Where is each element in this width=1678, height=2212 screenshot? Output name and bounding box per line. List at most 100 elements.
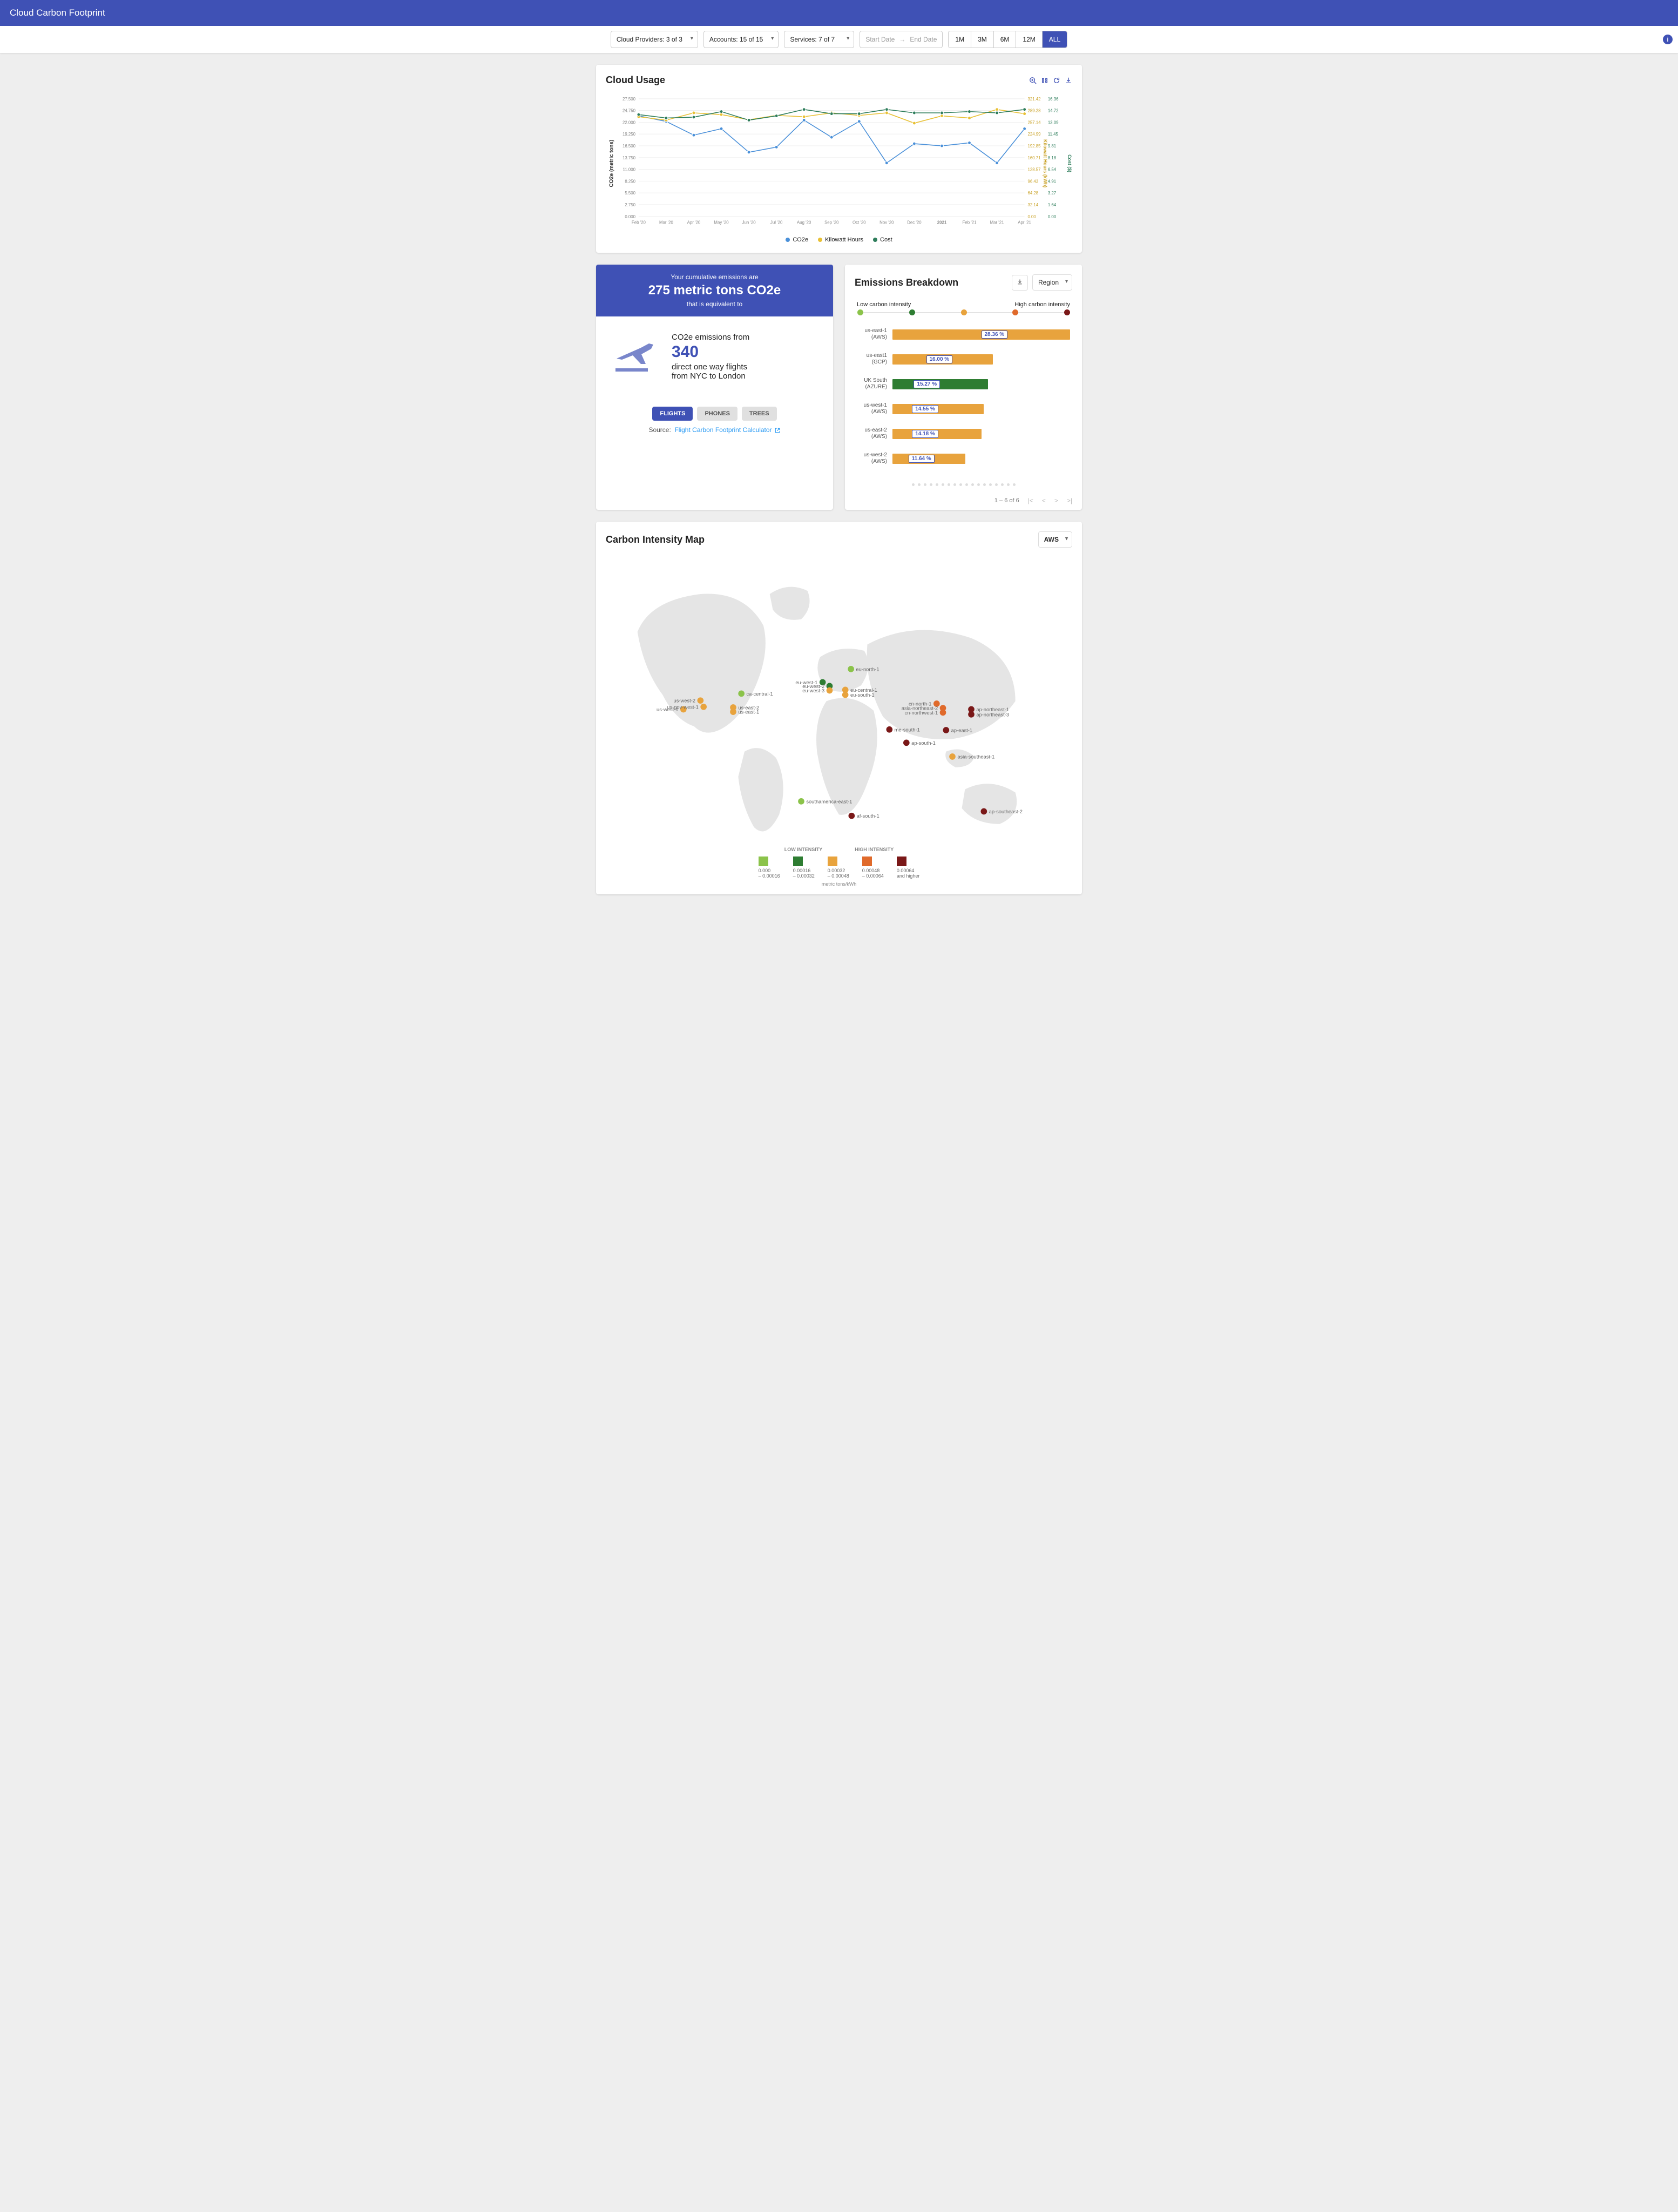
source-link[interactable]: Flight Carbon Footprint Calculator: [674, 426, 780, 434]
map-pin[interactable]: [940, 710, 946, 716]
map-pin[interactable]: [842, 692, 849, 698]
map-pin[interactable]: [943, 727, 949, 733]
time-range-3m[interactable]: 3M: [971, 31, 994, 48]
cumulative-card: Your cumulative emissions are 275 metric…: [596, 265, 833, 510]
download-icon: [1017, 279, 1023, 285]
scale-dot: [909, 309, 915, 315]
breakdown-group-select[interactable]: Region: [1032, 274, 1072, 291]
svg-text:224.99: 224.99: [1028, 132, 1041, 137]
pager-prev[interactable]: <: [1042, 497, 1046, 504]
svg-text:May '20: May '20: [714, 220, 729, 225]
date-range-picker[interactable]: Start Date → End Date: [860, 31, 943, 48]
map-pin-label: me-south-1: [895, 727, 920, 733]
pager-next[interactable]: >: [1054, 497, 1058, 504]
info-icon[interactable]: i: [1663, 35, 1673, 44]
emissions-breakdown-card: Emissions Breakdown Region Low carbon in…: [845, 265, 1082, 510]
map-provider-select[interactable]: AWS: [1038, 531, 1072, 548]
bar-label: us-east1(GCP): [857, 353, 887, 366]
map-legend-item: 0.00032– 0.00048: [828, 857, 849, 879]
equiv-line4: from NYC to London: [672, 372, 749, 381]
map-pin[interactable]: [980, 808, 987, 815]
svg-text:Oct '20: Oct '20: [852, 220, 866, 225]
map-pin-label: southamerica-east-1: [806, 799, 852, 805]
svg-text:Feb '20: Feb '20: [632, 220, 646, 225]
svg-text:2.750: 2.750: [625, 203, 635, 207]
legend-swatch: [862, 857, 872, 866]
svg-text:64.28: 64.28: [1028, 191, 1039, 195]
map-pin-label: ca-central-1: [747, 691, 773, 697]
svg-text:160.71: 160.71: [1028, 156, 1041, 160]
svg-text:13.09: 13.09: [1048, 120, 1059, 125]
time-range-all[interactable]: ALL: [1043, 31, 1067, 48]
svg-text:22.000: 22.000: [623, 120, 636, 125]
map-pin[interactable]: [848, 813, 855, 819]
map-pin[interactable]: [949, 753, 956, 760]
svg-text:Feb '21: Feb '21: [963, 220, 977, 225]
map-pin[interactable]: [700, 704, 707, 710]
pan-icon[interactable]: [1041, 77, 1048, 84]
map-legend-unit: metric tons/kWh: [596, 880, 1082, 894]
svg-text:Jul '20: Jul '20: [770, 220, 783, 225]
cumulative-post: that is equivalent to: [605, 300, 824, 308]
map-pin[interactable]: [798, 798, 804, 805]
pager-last[interactable]: >|: [1067, 497, 1072, 504]
slider-dots: [845, 481, 1082, 491]
map-pin[interactable]: [698, 698, 704, 704]
reset-icon[interactable]: [1053, 77, 1060, 84]
map-pin[interactable]: [738, 691, 745, 697]
map-legend: 0.000– 0.000160.00016– 0.000320.00032– 0…: [596, 854, 1082, 880]
svg-text:192.85: 192.85: [1028, 144, 1041, 149]
pager-text: 1 – 6 of 6: [994, 497, 1019, 504]
zoom-icon[interactable]: [1029, 77, 1037, 84]
legend-item[interactable]: CO2e: [786, 237, 808, 243]
map-pin-label: af-south-1: [857, 813, 879, 819]
bar-label: us-west-1(AWS): [857, 402, 887, 415]
equiv-value: 340: [672, 343, 749, 361]
svg-text:96.43: 96.43: [1028, 179, 1039, 184]
svg-text:321.42: 321.42: [1028, 97, 1041, 102]
bar-value: 11.64 %: [909, 455, 935, 463]
cloud-usage-card: Cloud Usage 0.0002.7505.5008.25011.00013…: [596, 65, 1082, 253]
time-range-12m[interactable]: 12M: [1016, 31, 1042, 48]
svg-text:2021: 2021: [937, 220, 947, 225]
svg-text:24.750: 24.750: [623, 109, 636, 113]
map-pin-label: ap-southeast-2: [989, 809, 1023, 814]
bar-label: us-west-2(AWS): [857, 452, 887, 465]
pager-first[interactable]: |<: [1028, 497, 1033, 504]
legend-item[interactable]: Cost: [873, 237, 892, 243]
low-intensity-label: Low carbon intensity: [857, 301, 911, 308]
map-pin[interactable]: [886, 726, 892, 733]
bar-track: 28.36 %: [892, 329, 1070, 340]
accounts-select[interactable]: Accounts: 15 of 15: [703, 31, 779, 48]
equiv-pre: CO2e emissions from: [672, 333, 749, 342]
providers-select[interactable]: Cloud Providers: 3 of 3: [611, 31, 698, 48]
services-select[interactable]: Services: 7 of 7: [784, 31, 854, 48]
legend-range: 0.00064and higher: [897, 868, 920, 879]
legend-range: 0.00016– 0.00032: [793, 868, 815, 879]
svg-text:Mar '20: Mar '20: [659, 220, 674, 225]
svg-text:8.250: 8.250: [625, 179, 635, 184]
breakdown-download-button[interactable]: [1012, 275, 1028, 291]
time-range-6m[interactable]: 6M: [994, 31, 1017, 48]
scale-dot: [961, 309, 967, 315]
equiv-tab-phones[interactable]: PHONES: [697, 407, 737, 421]
equiv-tab-flights[interactable]: FLIGHTS: [652, 407, 693, 421]
time-range-1m[interactable]: 1M: [949, 31, 971, 48]
map-pin[interactable]: [903, 740, 910, 746]
map-pin[interactable]: [730, 704, 736, 711]
scale-dot: [857, 309, 863, 315]
cumulative-pre: Your cumulative emissions are: [605, 273, 824, 281]
map-pin[interactable]: [827, 687, 833, 694]
cumulative-main: 275 metric tons CO2e: [605, 283, 824, 298]
breakdown-title: Emissions Breakdown: [855, 277, 958, 288]
map-pin[interactable]: [848, 666, 854, 672]
svg-text:5.500: 5.500: [625, 191, 635, 195]
bar-value: 15.27 %: [914, 380, 940, 388]
legend-item[interactable]: Kilowatt Hours: [818, 237, 863, 243]
download-icon[interactable]: [1065, 77, 1072, 84]
bar-fill: [892, 379, 988, 389]
svg-text:Mar '21: Mar '21: [990, 220, 1004, 225]
map-pin[interactable]: [968, 711, 975, 718]
legend-high-label: HIGH INTENSITY: [855, 847, 894, 852]
equiv-tab-trees[interactable]: TREES: [742, 407, 777, 421]
